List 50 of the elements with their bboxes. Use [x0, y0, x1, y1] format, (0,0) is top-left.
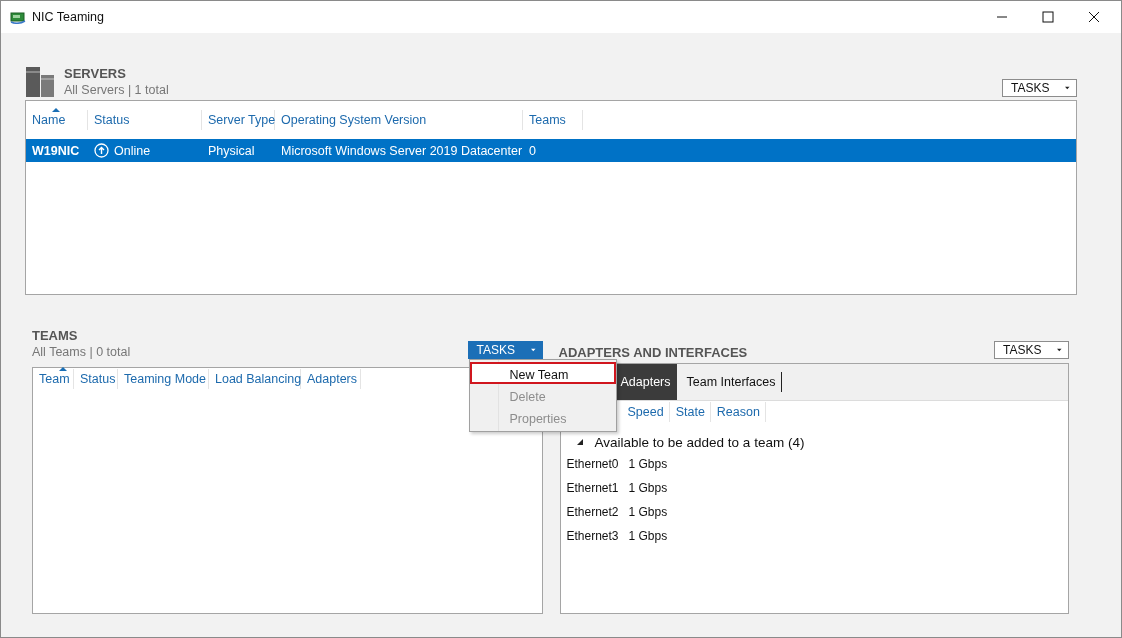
group-label: Available to be added to a team (4): [594, 434, 805, 450]
section-subtitle: All Servers | 1 total: [64, 82, 169, 99]
table-cell-text: Ethernet2: [566, 505, 620, 519]
network-card-icon: [10, 10, 26, 24]
section-subtitle: All Teams | 0 total: [32, 344, 131, 361]
online-status-icon: [94, 143, 109, 158]
table-cell-text: Ethernet3: [566, 529, 620, 543]
column-header[interactable]: Status: [88, 110, 202, 130]
tasks-button[interactable]: TASKS: [994, 341, 1069, 359]
column-header[interactable]: Teams: [523, 110, 583, 130]
expand-icon[interactable]: [575, 438, 584, 446]
server-row[interactable]: W19NIC Online Physical Microsoft Windows Server 2019 Datacenter 0: [26, 139, 1076, 162]
column-header[interactable]: Adapters: [301, 369, 361, 389]
table-cell: 1 Gbps: [628, 457, 668, 471]
column-header[interactable]: Teaming Mode: [118, 369, 209, 389]
column-header[interactable]: State: [669, 402, 711, 422]
table-cell: 1 Gbps: [628, 505, 668, 519]
close-icon[interactable]: [1088, 11, 1100, 23]
section-title: TEAMS: [32, 328, 79, 344]
column-header[interactable]: Load Balancing: [209, 369, 301, 389]
table-cell-text: Physical: [207, 143, 256, 158]
column-header[interactable]: Status: [74, 369, 118, 389]
column-header[interactable]: Operating System Version: [275, 110, 523, 130]
tasks-button[interactable]: TASKS: [467, 341, 543, 359]
maximize-icon[interactable]: [1042, 11, 1054, 23]
caret-icon: [1065, 85, 1070, 91]
table-cell-text: W19NIC: [31, 143, 81, 158]
section-title: SERVERS: [64, 66, 127, 82]
table-cell: 1 Gbps: [628, 481, 668, 495]
table-cell: Online: [114, 143, 151, 158]
column-header[interactable]: Reason: [710, 402, 766, 422]
table-cell-text: Ethernet1: [566, 481, 620, 495]
column-header[interactable]: Server Type: [202, 110, 275, 130]
column-header[interactable]: Name: [26, 110, 88, 130]
caret-icon: [1057, 347, 1062, 353]
tab[interactable]: Team Interfaces: [680, 372, 783, 392]
table-cell-text: Ethernet0: [566, 457, 620, 471]
sort-icon: [52, 108, 60, 112]
servers-icon: [26, 67, 54, 97]
column-header[interactable]: Team: [33, 369, 74, 389]
sort-icon: [59, 367, 67, 371]
tasks-button[interactable]: TASKS: [1002, 79, 1077, 97]
window-title: NIC Teaming: [32, 10, 105, 24]
menu-item[interactable]: New Team: [469, 362, 616, 384]
column-header[interactable]: Speed: [621, 402, 670, 422]
section-title: ADAPTERS AND INTERFACES: [558, 345, 748, 361]
table-cell: 1 Gbps: [628, 529, 668, 543]
table-cell-text: Microsoft Windows Server 2019 Datacenter: [280, 143, 523, 158]
caret-icon: [530, 347, 536, 353]
table-cell-text: 0: [528, 143, 537, 158]
